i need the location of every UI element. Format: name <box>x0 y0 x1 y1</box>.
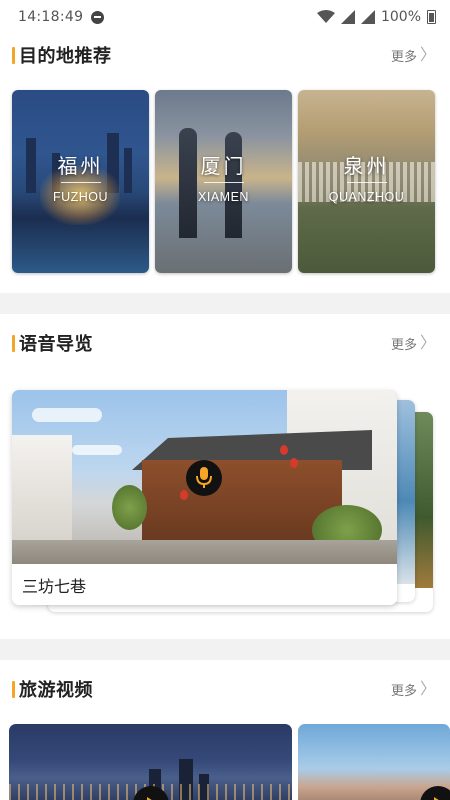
status-time: 14:18:49 <box>18 9 84 25</box>
destinations-title: 目的地推荐 <box>19 46 112 67</box>
destination-card-fuzhou[interactable]: 福州 FUZHOU <box>12 90 149 273</box>
voice-guide-more-link[interactable]: 更多 〉 <box>391 334 436 353</box>
destination-city-name: 厦门 <box>200 154 247 178</box>
travel-videos-title: 旅游视频 <box>19 680 93 701</box>
battery-icon <box>427 10 436 24</box>
video-card[interactable] <box>9 724 292 800</box>
section-accent-bar <box>12 46 15 64</box>
destination-city-en: FUZHOU <box>52 190 109 204</box>
destinations-section: 目的地推荐 更多 〉 福州 FUZHOU 厦门 XIAMEN 泉州 QUANZH… <box>0 26 450 293</box>
more-label: 更多 <box>390 49 417 65</box>
message-notification-icon <box>91 10 105 24</box>
destination-city-en: XIAMEN <box>198 190 249 204</box>
travel-videos-more-link[interactable]: 更多 〉 <box>391 680 436 699</box>
chevron-right-icon: 〉 <box>419 333 436 352</box>
video-list <box>0 724 450 800</box>
wifi-icon <box>316 10 335 23</box>
section-accent-bar <box>12 680 15 698</box>
destinations-header: 目的地推荐 更多 〉 <box>0 26 450 84</box>
chevron-right-icon: 〉 <box>419 679 436 698</box>
battery-percent: 100% <box>380 9 421 25</box>
divider <box>346 182 387 183</box>
destination-city-name: 福州 <box>57 154 104 178</box>
destination-card-xiamen[interactable]: 厦门 XIAMEN <box>155 90 292 273</box>
microphone-button[interactable] <box>186 460 222 496</box>
voice-guide-label: 三坊七巷 <box>22 576 87 596</box>
signal-icon <box>340 10 355 24</box>
destination-city-name: 泉州 <box>343 154 390 178</box>
voice-guide-image <box>12 390 397 564</box>
travel-videos-section: 旅游视频 更多 〉 <box>0 660 450 800</box>
voice-guide-section: 语音导览 更多 〉 三坊七巷 <box>0 314 450 639</box>
signal-2-icon <box>360 10 375 24</box>
voice-guide-header: 语音导览 更多 〉 <box>0 314 450 372</box>
voice-guide-title: 语音导览 <box>19 334 93 355</box>
destination-card-quanzhou[interactable]: 泉州 QUANZHOU <box>298 90 435 273</box>
microphone-icon <box>196 467 212 488</box>
destination-list: 福州 FUZHOU 厦门 XIAMEN 泉州 QUANZHOU <box>0 90 450 273</box>
play-button[interactable] <box>420 786 450 800</box>
voice-guide-carousel[interactable]: 三坊七巷 <box>0 372 450 622</box>
status-icons: 100% <box>316 9 436 25</box>
section-accent-bar <box>12 334 15 352</box>
video-card[interactable] <box>298 724 450 800</box>
chevron-right-icon: 〉 <box>419 45 436 64</box>
voice-guide-card[interactable]: 三坊七巷 <box>12 390 397 605</box>
more-label: 更多 <box>390 337 417 353</box>
destination-city-en: QUANZHOU <box>328 190 405 204</box>
travel-videos-header: 旅游视频 更多 〉 <box>0 660 450 718</box>
destinations-more-link[interactable]: 更多 〉 <box>391 46 436 65</box>
divider <box>60 182 101 183</box>
divider <box>203 182 244 183</box>
more-label: 更多 <box>390 683 417 699</box>
